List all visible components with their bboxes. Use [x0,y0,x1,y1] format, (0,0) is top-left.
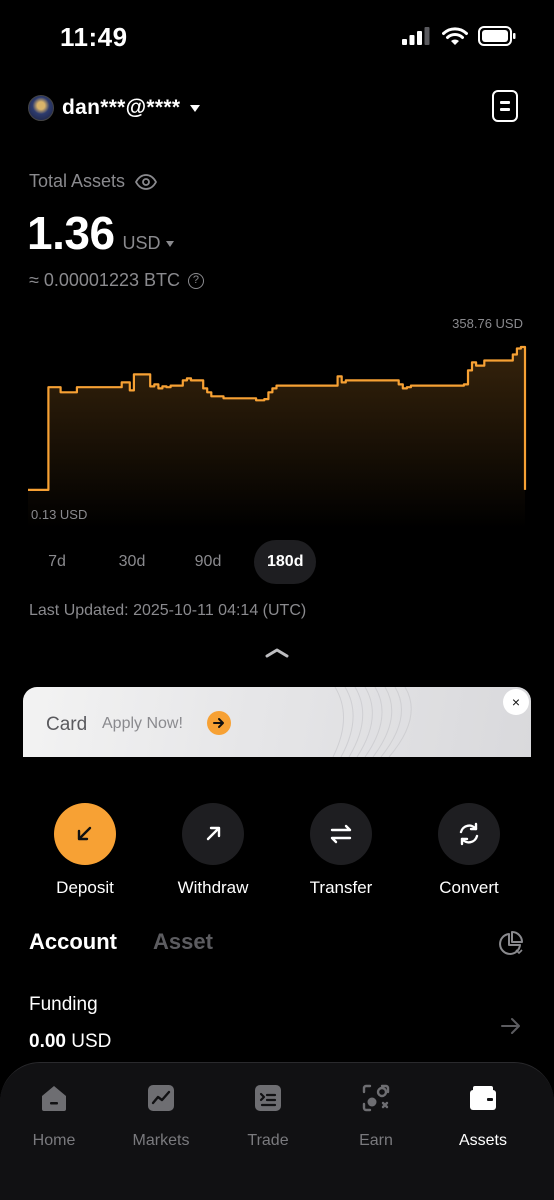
convert-label: Convert [439,878,499,897]
bottom-tab-bar: Home Markets Trade Earn Assets [0,1062,554,1200]
close-icon[interactable]: × [503,689,529,715]
home-icon [42,1086,66,1111]
tab-earn-label: Earn [359,1132,393,1149]
convert-button[interactable]: Convert [414,803,524,898]
arrow-right-icon[interactable] [500,1016,522,1036]
balance-value: 1.36 [27,207,115,259]
wifi-icon [442,26,468,45]
tab-markets-label: Markets [132,1132,190,1149]
banner-decoration [332,687,412,757]
refresh-icon [438,803,500,865]
avatar[interactable] [28,95,54,121]
tab-home-label: Home [32,1132,76,1149]
funding-amount: 0.00 [29,1031,66,1052]
chart-trend-icon [148,1085,174,1111]
tab-trade-label: Trade [247,1132,289,1149]
status-bar: 11:49 [0,0,554,70]
range-90d[interactable]: 90d [178,540,238,584]
trade-icon [255,1085,281,1111]
records-icon[interactable] [492,90,518,122]
tab-earn[interactable]: Earn [330,1083,422,1150]
chart-area-fill [28,347,525,528]
total-assets-text: Total Assets [29,171,126,191]
arrow-up-right-icon [182,803,244,865]
tab-assets[interactable]: Assets [437,1083,529,1150]
arrow-down-left-icon [54,803,116,865]
chevron-down-icon[interactable] [190,104,201,112]
tab-account[interactable]: Account [29,929,117,955]
range-selector: 7d 30d 90d 180d [28,540,317,584]
status-icons [402,26,516,46]
currency-selector[interactable]: USD [123,233,161,254]
battery-icon [478,26,516,46]
chevron-up-icon[interactable] [265,646,289,658]
tab-assets-label: Assets [458,1132,507,1149]
caret-down-icon[interactable] [165,241,174,247]
range-7d[interactable]: 7d [28,540,86,584]
wallet-icon [470,1086,496,1110]
earn-icon [362,1084,390,1112]
withdraw-label: Withdraw [177,878,249,897]
tab-asset[interactable]: Asset [153,929,213,955]
pie-chart-icon[interactable] [498,930,524,956]
account-header: dan***@**** [28,90,526,126]
withdraw-button[interactable]: Withdraw [158,803,268,898]
eye-icon[interactable] [135,173,158,190]
balance: 1.36 USD [27,206,174,260]
transfer-button[interactable]: Transfer [286,803,396,898]
banner-cta[interactable]: Apply Now! [102,715,183,733]
deposit-button[interactable]: Deposit [30,803,140,898]
transfer-label: Transfer [309,878,373,897]
tab-home[interactable]: Home [8,1083,100,1150]
chart-min-label: 0.13 USD [31,507,88,522]
funding-title: Funding [29,994,98,1015]
asset-chart[interactable] [0,312,554,528]
funding-balance: 0.00 USD [29,1031,111,1053]
last-updated: Last Updated: 2025-10-11 04:14 (UTC) [29,602,307,619]
range-180d[interactable]: 180d [254,540,317,584]
arrow-right-icon[interactable] [207,711,231,735]
tab-trade[interactable]: Trade [222,1083,314,1150]
card-promo-banner[interactable]: Card Apply Now! × [23,687,531,757]
signal-icon [402,27,430,45]
help-icon[interactable]: ? [187,272,204,289]
account-name[interactable]: dan***@**** [62,96,180,120]
banner-title: Card [46,714,88,735]
tab-markets[interactable]: Markets [115,1083,207,1150]
total-assets-label: Total Assets [29,171,158,192]
status-time: 11:49 [60,22,128,52]
btc-equivalent: ≈ 0.00001223 BTC ? [29,270,204,291]
range-30d[interactable]: 30d [86,540,178,584]
funding-currency: USD [71,1031,112,1052]
swap-arrows-icon [310,803,372,865]
deposit-label: Deposit [56,878,114,897]
account-asset-tabs: Account Asset [29,929,213,955]
btc-value: ≈ 0.00001223 BTC [29,270,180,290]
